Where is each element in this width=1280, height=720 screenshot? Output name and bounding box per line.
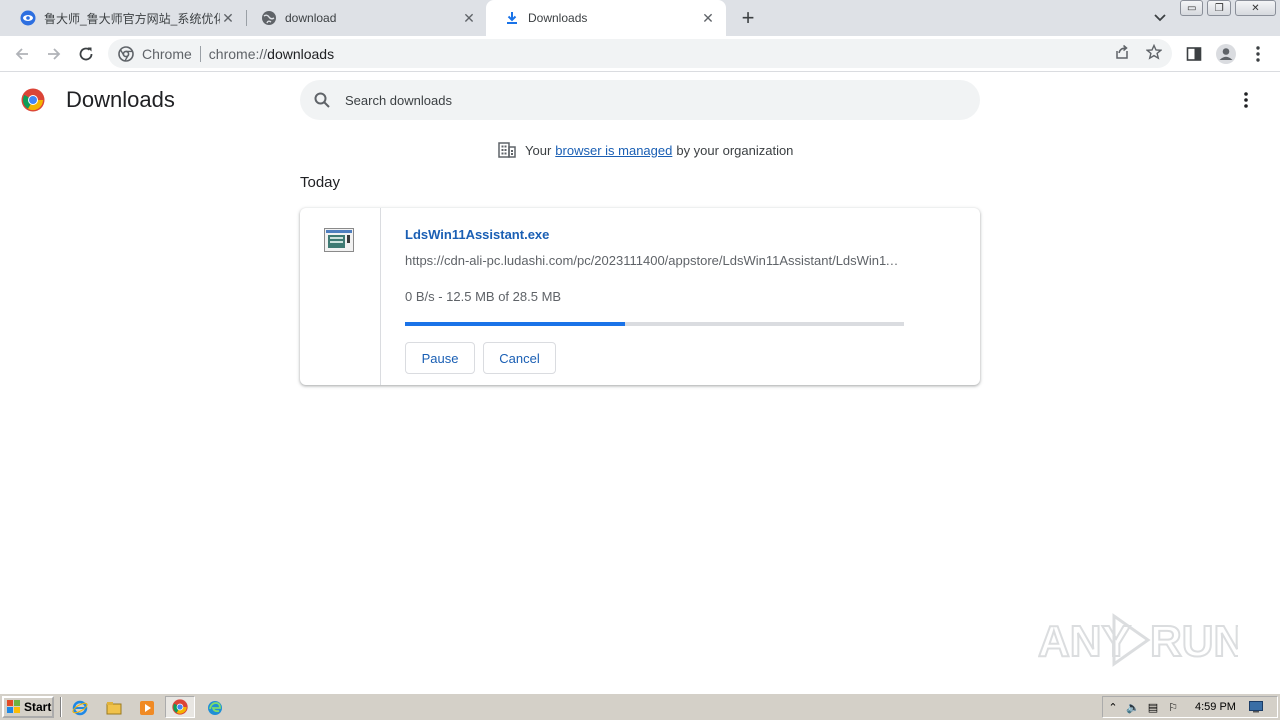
search-input[interactable] bbox=[345, 92, 945, 108]
show-hidden-icons-icon[interactable]: ⌃ bbox=[1103, 698, 1123, 716]
download-progress-bar bbox=[405, 322, 904, 326]
edge-icon[interactable] bbox=[205, 698, 225, 718]
search-downloads-box[interactable] bbox=[300, 80, 980, 120]
internet-explorer-icon[interactable] bbox=[70, 698, 90, 718]
tab-download[interactable]: download ✕ bbox=[243, 0, 487, 36]
show-desktop-icon[interactable] bbox=[1246, 698, 1266, 716]
network-icon[interactable]: ▤ bbox=[1143, 698, 1163, 716]
back-button[interactable] bbox=[10, 42, 34, 66]
tab-downloads[interactable]: Downloads ✕ bbox=[486, 0, 726, 36]
close-window-button[interactable]: ✕ bbox=[1234, 0, 1276, 16]
share-icon[interactable] bbox=[1112, 42, 1132, 62]
building-icon bbox=[498, 142, 516, 158]
executable-file-icon bbox=[324, 228, 354, 252]
svg-text:ANY: ANY bbox=[1038, 617, 1131, 666]
date-header: Today bbox=[300, 174, 341, 191]
chrome-menu-icon[interactable] bbox=[1246, 42, 1270, 66]
pause-button[interactable]: Pause bbox=[405, 342, 475, 374]
chrome-taskbar-icon[interactable] bbox=[165, 696, 195, 718]
download-item-card: LdsWin11Assistant.exe https://cdn-ali-pc… bbox=[300, 208, 980, 385]
reload-button[interactable] bbox=[74, 42, 98, 66]
download-arrow-icon bbox=[504, 10, 520, 26]
url-path: downloads bbox=[267, 45, 335, 62]
file-explorer-icon[interactable] bbox=[104, 698, 124, 718]
start-label: Start bbox=[24, 700, 52, 714]
close-tab-icon[interactable]: ✕ bbox=[700, 10, 716, 26]
file-icon-column bbox=[300, 208, 381, 385]
omnibox-divider bbox=[199, 45, 201, 62]
minimize-button[interactable]: ▭ bbox=[1180, 0, 1204, 16]
profile-avatar-icon[interactable] bbox=[1214, 42, 1238, 66]
downloads-header: Downloads bbox=[0, 73, 1280, 129]
chrome-site-icon bbox=[118, 45, 134, 62]
back-arrow-icon bbox=[15, 48, 28, 60]
anyrun-watermark-logo: ANY RUN bbox=[1037, 608, 1246, 672]
tab-title: Downloads bbox=[528, 11, 588, 25]
file-source-url[interactable]: https://cdn-ali-pc.ludashi.com/pc/202311… bbox=[405, 253, 905, 268]
managed-suffix: by your organization bbox=[676, 142, 794, 158]
side-panel-icon[interactable] bbox=[1182, 42, 1206, 66]
download-progress-fill bbox=[405, 322, 625, 326]
download-status: 0 B/s - 12.5 MB of 28.5 MB bbox=[405, 289, 562, 304]
close-tab-icon[interactable]: ✕ bbox=[461, 10, 477, 26]
page-title: Downloads bbox=[66, 87, 175, 112]
tab-title: 鲁大师_鲁大师官方网站_系统优化大 bbox=[44, 11, 220, 26]
browser-toolbar: Chrome chrome://downloads bbox=[0, 36, 1280, 72]
restore-button[interactable]: ❐ bbox=[1207, 0, 1231, 16]
windows-flag-icon bbox=[7, 700, 21, 714]
managed-prefix: Your bbox=[525, 142, 552, 158]
file-name-link[interactable]: LdsWin11Assistant.exe bbox=[405, 227, 549, 242]
action-center-flag-icon[interactable]: ⚐ bbox=[1163, 698, 1183, 716]
url-scheme: chrome:// bbox=[208, 45, 268, 62]
new-tab-button[interactable]: + bbox=[737, 5, 759, 30]
cancel-button[interactable]: Cancel bbox=[483, 342, 556, 374]
globe-icon bbox=[261, 10, 277, 26]
taskbar-separator bbox=[60, 697, 62, 717]
url-text: chrome://downloads bbox=[209, 46, 334, 62]
browser-managed-link[interactable]: browser is managed bbox=[555, 143, 672, 158]
bookmark-star-icon[interactable] bbox=[1144, 42, 1164, 62]
windows-taskbar: Start ⌃ 🔈 ▤ ⚐ 4:59 PM bbox=[0, 693, 1280, 720]
managed-notice: Your browser is managed by your organiza… bbox=[498, 141, 793, 159]
ludashi-icon bbox=[20, 10, 36, 26]
site-label: Chrome bbox=[142, 45, 192, 62]
forward-button[interactable] bbox=[42, 42, 66, 66]
system-tray: ⌃ 🔈 ▤ ⚐ 4:59 PM bbox=[1102, 696, 1278, 718]
tab-strip: 鲁大师_鲁大师官方网站_系统优化大 ✕ download ✕ Downloads… bbox=[0, 0, 1280, 36]
tab-ludashi[interactable]: 鲁大师_鲁大师官方网站_系统优化大 ✕ bbox=[2, 0, 246, 36]
volume-icon[interactable]: 🔈 bbox=[1123, 698, 1143, 716]
forward-arrow-icon bbox=[48, 48, 61, 60]
close-tab-icon[interactable]: ✕ bbox=[220, 10, 236, 26]
address-bar[interactable]: Chrome chrome://downloads bbox=[108, 39, 1172, 68]
taskbar-clock[interactable]: 4:59 PM bbox=[1195, 701, 1236, 713]
reload-icon bbox=[79, 47, 93, 61]
tab-search-chevron-icon[interactable] bbox=[1152, 9, 1170, 25]
svg-text:RUN: RUN bbox=[1150, 617, 1238, 666]
chrome-logo-icon bbox=[21, 88, 45, 112]
start-button[interactable]: Start bbox=[2, 696, 54, 718]
tab-title: download bbox=[285, 11, 337, 25]
more-actions-icon[interactable] bbox=[1236, 90, 1256, 110]
media-player-icon[interactable] bbox=[137, 698, 157, 718]
window-controls: ▭ ❐ ✕ bbox=[1180, 0, 1280, 18]
search-icon bbox=[313, 91, 331, 109]
